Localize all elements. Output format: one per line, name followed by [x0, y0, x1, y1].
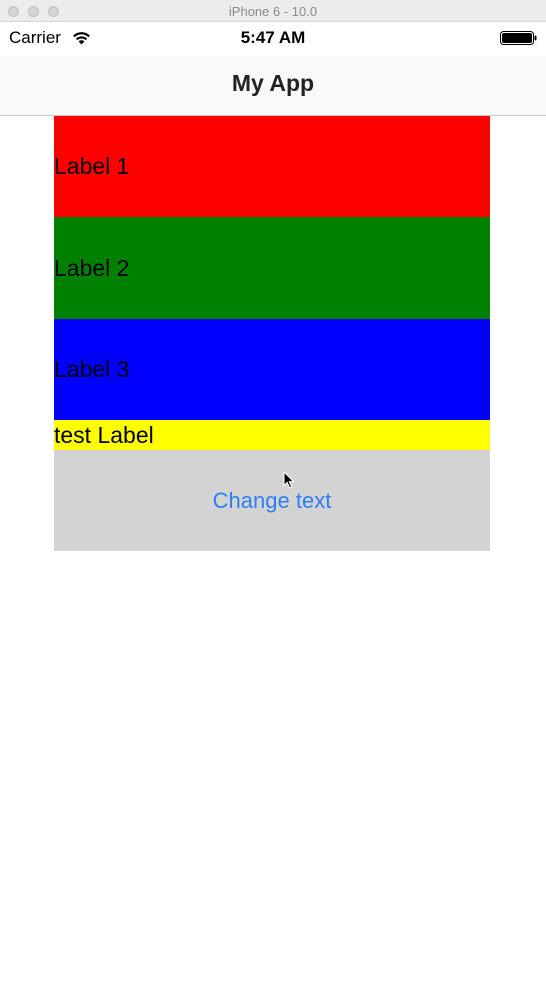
simulator-title: iPhone 6 - 10.0 — [228, 4, 318, 19]
status-bar: Carrier 5:47 AM — [0, 22, 546, 56]
label-1: Label 1 — [54, 116, 490, 217]
label-2: Label 2 — [54, 217, 490, 319]
label-stack: Label 1 Label 2 Label 3 test Label Chang… — [54, 116, 490, 551]
simulator-window: iPhone 6 - 10.0 Carrier 5:47 AM My App L… — [0, 0, 546, 990]
test-label: test Label — [54, 420, 490, 450]
simulator-title-bar: iPhone 6 - 10.0 — [0, 0, 546, 22]
status-time: 5:47 AM — [240, 28, 306, 47]
cursor-icon — [283, 471, 295, 489]
battery-icon — [500, 31, 537, 45]
navigation-bar: My App — [0, 56, 546, 116]
change-text-button[interactable]: Change text — [54, 450, 490, 551]
page-title: My App — [231, 70, 315, 96]
label-3: Label 3 — [54, 319, 490, 420]
change-text-button-label: Change text — [212, 487, 332, 513]
